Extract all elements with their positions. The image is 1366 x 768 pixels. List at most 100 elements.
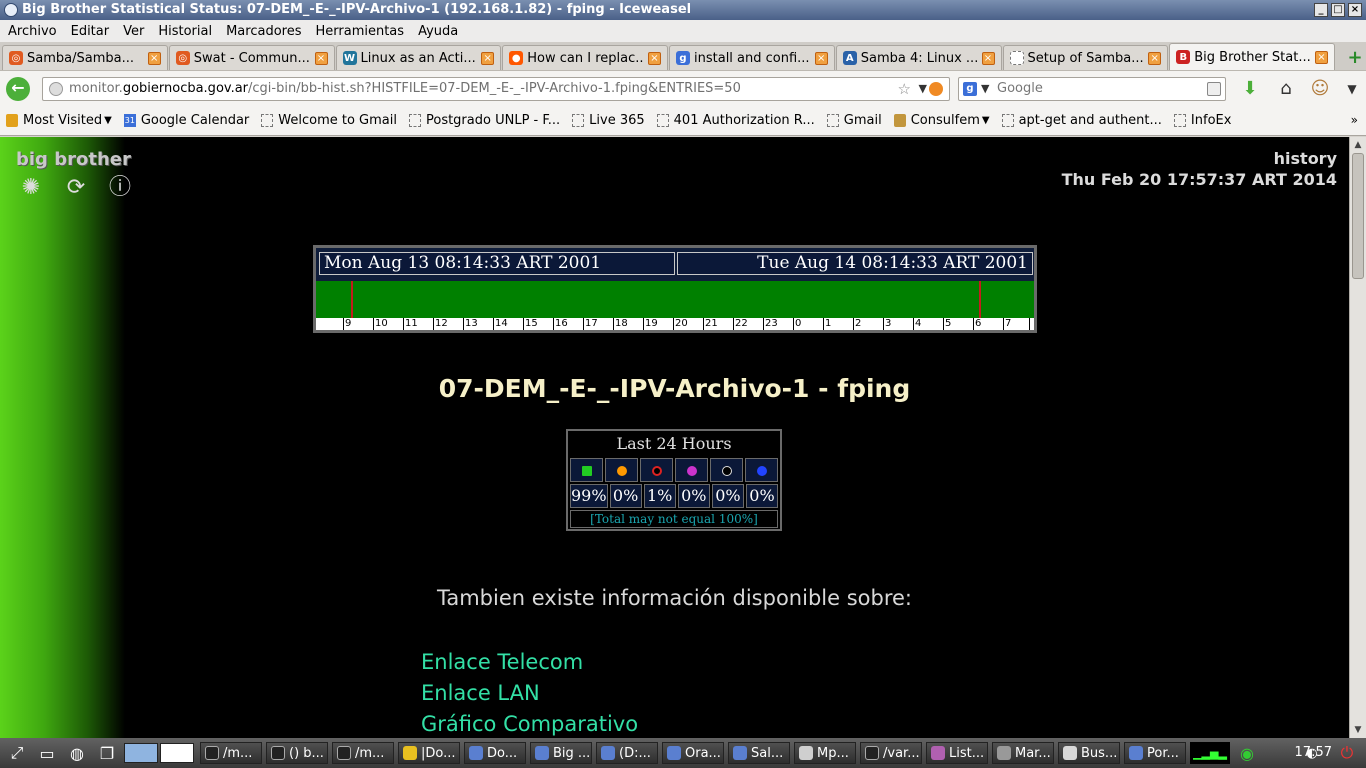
- close-tab-icon[interactable]: ×: [1148, 51, 1162, 65]
- home-icon[interactable]: ⌂: [1274, 77, 1298, 101]
- feed-icon[interactable]: [929, 82, 943, 96]
- task-terminal[interactable]: /var...: [860, 742, 922, 764]
- menu-editar[interactable]: Editar: [71, 24, 110, 39]
- clear-status-icon: [721, 465, 732, 476]
- link-grafico-comparativo[interactable]: Gráfico Comparativo: [421, 712, 638, 736]
- bookmark-401[interactable]: 401 Authorization R...: [656, 113, 815, 128]
- menu-ver[interactable]: Ver: [123, 24, 144, 39]
- menu-chevron-down-icon[interactable]: ▼: [1340, 77, 1364, 101]
- task-browser[interactable]: Do...: [464, 742, 526, 764]
- menu-ayuda[interactable]: Ayuda: [418, 24, 458, 39]
- link-enlace-telecom[interactable]: Enlace Telecom: [421, 650, 583, 674]
- bookmark-welcome-gmail[interactable]: Welcome to Gmail: [261, 113, 397, 128]
- bb-gear-icon[interactable]: ✺: [18, 175, 44, 201]
- tab-install[interactable]: g install and confi... ×: [669, 45, 835, 70]
- menu-historial[interactable]: Historial: [158, 24, 212, 39]
- close-icon[interactable]: ×: [1348, 3, 1362, 17]
- maximize-icon[interactable]: □: [1331, 3, 1345, 17]
- search-input[interactable]: g ▼ Google: [958, 77, 1226, 101]
- tab-samba4[interactable]: A Samba 4: Linux ... ×: [835, 45, 1002, 70]
- globe-icon[interactable]: ◍: [64, 742, 90, 764]
- menu-archivo[interactable]: Archivo: [8, 24, 57, 39]
- info-icon[interactable]: ⓘ: [107, 175, 133, 201]
- windows-icon[interactable]: ❐: [94, 742, 120, 764]
- back-arrow-icon[interactable]: ←: [6, 77, 30, 101]
- desktop-pager-2[interactable]: [160, 743, 194, 763]
- hour-tick-label: 19: [643, 318, 658, 330]
- bookmarks-toolbar: Most Visited ▼ 31 Google Calendar Welcome …: [0, 106, 1366, 136]
- new-tab-icon[interactable]: +: [1344, 48, 1366, 70]
- search-icon[interactable]: [1207, 82, 1221, 96]
- page-content: big brother ✺ ⟳ ⓘ history Thu Feb 20 17:…: [0, 137, 1349, 738]
- terminal-icon: [865, 746, 879, 760]
- task-terminal[interactable]: /m...: [200, 742, 262, 764]
- power-icon[interactable]: ⏻: [1334, 742, 1360, 764]
- vertical-scrollbar[interactable]: ▲ ▼: [1349, 137, 1366, 738]
- bookmark-live365[interactable]: Live 365: [572, 113, 645, 128]
- addon-face-icon[interactable]: ☺: [1308, 77, 1332, 101]
- bookmark-star-icon[interactable]: ☆: [898, 78, 911, 100]
- tab-samba[interactable]: ◎ Samba/Samba... ×: [2, 45, 168, 70]
- bookmark-apt-get[interactable]: apt-get and authent...: [1001, 113, 1162, 128]
- task-search[interactable]: Bus...: [1058, 742, 1120, 764]
- link-enlace-lan[interactable]: Enlace LAN: [421, 681, 540, 705]
- cpu-graph-icon: ▁▂▅▂: [1190, 742, 1230, 764]
- bookmark-most-visited[interactable]: Most Visited ▼: [6, 113, 112, 128]
- task-terminal[interactable]: /m...: [332, 742, 394, 764]
- red-event-marker[interactable]: [979, 281, 981, 318]
- close-tab-icon[interactable]: ×: [147, 51, 161, 65]
- download-arrow-icon[interactable]: ⬇: [1238, 77, 1262, 101]
- network-icon[interactable]: ◉: [1234, 742, 1260, 764]
- chevron-down-icon[interactable]: ▼: [981, 78, 989, 100]
- tab-reddit[interactable]: ● How can I replac... ×: [502, 45, 668, 70]
- tab-linux-ad[interactable]: W Linux as an Acti... ×: [335, 45, 502, 70]
- close-tab-icon[interactable]: ×: [648, 51, 661, 65]
- desktop-pager-1[interactable]: [124, 743, 158, 763]
- red-event-marker[interactable]: [351, 281, 353, 318]
- task-browser[interactable]: Ora...: [662, 742, 724, 764]
- chevron-down-icon[interactable]: ▼: [919, 78, 927, 100]
- menu-marcadores[interactable]: Marcadores: [226, 24, 301, 39]
- task-browser[interactable]: Big ...: [530, 742, 592, 764]
- close-tab-icon[interactable]: ×: [1315, 50, 1328, 64]
- tab-swat[interactable]: ◎ Swat - Commun... ×: [168, 45, 335, 70]
- more-bookmarks-icon[interactable]: »: [1351, 113, 1358, 127]
- bookmark-google-calendar[interactable]: 31 Google Calendar: [123, 113, 249, 128]
- tab-big-brother[interactable]: B Big Brother Stat... ×: [1169, 43, 1335, 70]
- bookmark-consulfem[interactable]: Consulfem ▼: [893, 113, 990, 128]
- task-browser[interactable]: Por...: [1124, 742, 1186, 764]
- google-engine-icon[interactable]: g: [963, 82, 977, 96]
- stats-title: Last 24 Hours: [616, 434, 732, 453]
- task-app[interactable]: Mp...: [794, 742, 856, 764]
- window-titlebar[interactable]: Big Brother Statistical Status: 07-DEM_-…: [0, 0, 1366, 20]
- page-icon: [1173, 114, 1186, 127]
- close-tab-icon[interactable]: ×: [481, 51, 495, 65]
- task-browser[interactable]: Sal...: [728, 742, 790, 764]
- hour-tick-label: 11: [403, 318, 418, 330]
- url-bar[interactable]: monitor.gobiernocba.gov.ar/cgi-bin/bb-hi…: [42, 77, 950, 101]
- tab-setup-samba[interactable]: Setup of Samba... ×: [1002, 45, 1169, 70]
- task-app[interactable]: List...: [926, 742, 988, 764]
- hour-tick-label: 6: [973, 318, 982, 330]
- refresh-icon[interactable]: ⟳: [63, 175, 89, 201]
- scroll-up-icon[interactable]: ▲: [1350, 137, 1366, 153]
- task-app[interactable]: Mar...: [992, 742, 1054, 764]
- scroll-down-icon[interactable]: ▼: [1350, 722, 1366, 738]
- scrollbar-thumb[interactable]: [1352, 153, 1364, 279]
- bookmark-gmail[interactable]: Gmail: [826, 113, 882, 128]
- close-tab-icon[interactable]: ×: [814, 51, 828, 65]
- task-browser[interactable]: (D:...: [596, 742, 658, 764]
- bookmark-postgrado[interactable]: Postgrado UNLP - F...: [408, 113, 560, 128]
- purple-status-cell: [675, 458, 708, 482]
- minimize-icon[interactable]: _: [1314, 3, 1328, 17]
- close-tab-icon[interactable]: ×: [981, 51, 995, 65]
- menu-arrow-icon[interactable]: ⤢: [4, 742, 30, 764]
- page-icon: [408, 114, 421, 127]
- close-tab-icon[interactable]: ×: [314, 51, 328, 65]
- task-app[interactable]: |Do...: [398, 742, 460, 764]
- task-terminal[interactable]: () b...: [266, 742, 328, 764]
- status-bar[interactable]: [316, 281, 1034, 318]
- bookmark-infoex[interactable]: InfoEx: [1173, 113, 1231, 128]
- monitor-icon[interactable]: ▭: [34, 742, 60, 764]
- menu-herramientas[interactable]: Herramientas: [316, 24, 405, 39]
